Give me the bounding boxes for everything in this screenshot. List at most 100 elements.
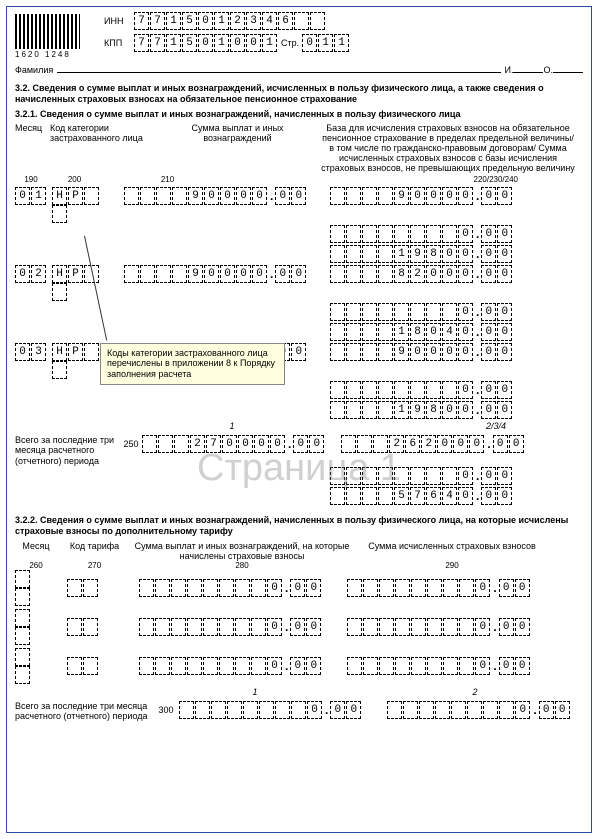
i-line[interactable] bbox=[513, 72, 543, 73]
form-cell[interactable]: 0 bbox=[458, 225, 473, 243]
form-cell[interactable] bbox=[139, 618, 154, 636]
form-cell[interactable] bbox=[362, 401, 377, 419]
form-cell[interactable]: 9 bbox=[394, 343, 409, 361]
form-cell[interactable] bbox=[362, 343, 377, 361]
form-cell[interactable]: 0 bbox=[275, 187, 290, 205]
form-cell[interactable]: 0 bbox=[306, 579, 321, 597]
form-cell[interactable]: 0 bbox=[236, 265, 251, 283]
form-cell[interactable] bbox=[379, 657, 394, 675]
form-cell[interactable] bbox=[363, 657, 378, 675]
form-cell[interactable] bbox=[155, 657, 170, 675]
form-cell[interactable]: 2 bbox=[190, 435, 205, 453]
form-cell[interactable] bbox=[395, 579, 410, 597]
form-cell[interactable] bbox=[459, 579, 474, 597]
form-cell[interactable] bbox=[124, 265, 139, 283]
form-cell[interactable] bbox=[443, 657, 458, 675]
form-cell[interactable]: 0 bbox=[458, 265, 473, 283]
form-cell[interactable]: 1 bbox=[166, 34, 181, 52]
form-cell[interactable]: 6 bbox=[278, 12, 293, 30]
form-cell[interactable] bbox=[140, 187, 155, 205]
form-cell[interactable] bbox=[378, 225, 393, 243]
form-cell[interactable]: 0 bbox=[426, 323, 441, 341]
form-cell[interactable]: 8 bbox=[426, 245, 441, 263]
form-cell[interactable]: 0 bbox=[291, 265, 306, 283]
form-cell[interactable]: 0 bbox=[458, 303, 473, 321]
form-cell[interactable] bbox=[124, 187, 139, 205]
form-cell[interactable] bbox=[442, 381, 457, 399]
form-cell[interactable]: 0 bbox=[442, 401, 457, 419]
form-cell[interactable] bbox=[379, 618, 394, 636]
form-cell[interactable]: Н bbox=[52, 343, 67, 361]
form-cell[interactable] bbox=[275, 701, 290, 719]
form-cell[interactable] bbox=[155, 579, 170, 597]
form-cell[interactable] bbox=[378, 381, 393, 399]
form-cell[interactable]: Н bbox=[52, 187, 67, 205]
form-cell[interactable] bbox=[203, 579, 218, 597]
form-cell[interactable]: 2 bbox=[230, 12, 245, 30]
form-cell[interactable]: 3 bbox=[31, 343, 46, 361]
form-cell[interactable]: 0 bbox=[426, 343, 441, 361]
form-cell[interactable]: 0 bbox=[204, 265, 219, 283]
form-cell[interactable] bbox=[427, 657, 442, 675]
form-cell[interactable] bbox=[357, 435, 372, 453]
form-cell[interactable] bbox=[435, 701, 450, 719]
form-cell[interactable] bbox=[410, 467, 425, 485]
form-cell[interactable]: 0 bbox=[267, 579, 282, 597]
form-cell[interactable]: 0 bbox=[198, 12, 213, 30]
form-cell[interactable]: 0 bbox=[15, 187, 30, 205]
form-cell[interactable]: 0 bbox=[291, 343, 306, 361]
form-cell[interactable] bbox=[330, 245, 345, 263]
form-cell[interactable] bbox=[378, 303, 393, 321]
form-cell[interactable] bbox=[155, 618, 170, 636]
form-cell[interactable]: 0 bbox=[15, 265, 30, 283]
form-cell[interactable]: 0 bbox=[481, 323, 496, 341]
form-cell[interactable] bbox=[84, 187, 99, 205]
form-cell[interactable] bbox=[174, 435, 189, 453]
form-cell[interactable]: 0 bbox=[442, 187, 457, 205]
form-cell[interactable] bbox=[443, 579, 458, 597]
form-cell[interactable]: 0 bbox=[481, 245, 496, 263]
form-cell[interactable] bbox=[394, 303, 409, 321]
form-cell[interactable]: 0 bbox=[267, 618, 282, 636]
form-cell[interactable] bbox=[251, 657, 266, 675]
form-cell[interactable] bbox=[156, 265, 171, 283]
form-cell[interactable]: 0 bbox=[481, 187, 496, 205]
form-cell[interactable]: 0 bbox=[307, 701, 322, 719]
form-cell[interactable] bbox=[451, 701, 466, 719]
form-cell[interactable] bbox=[387, 701, 402, 719]
form-cell[interactable] bbox=[172, 187, 187, 205]
form-cell[interactable] bbox=[330, 467, 345, 485]
form-cell[interactable]: 2 bbox=[410, 265, 425, 283]
form-cell[interactable]: 0 bbox=[497, 343, 512, 361]
form-cell[interactable] bbox=[203, 618, 218, 636]
form-cell[interactable] bbox=[330, 401, 345, 419]
form-cell[interactable]: 0 bbox=[458, 343, 473, 361]
form-cell[interactable]: 0 bbox=[458, 245, 473, 263]
form-cell[interactable] bbox=[219, 618, 234, 636]
form-cell[interactable]: 0 bbox=[267, 657, 282, 675]
form-cell[interactable] bbox=[347, 618, 362, 636]
form-cell[interactable] bbox=[84, 343, 99, 361]
form-cell[interactable]: 0 bbox=[246, 34, 261, 52]
form-cell[interactable] bbox=[427, 618, 442, 636]
form-cell[interactable]: 5 bbox=[394, 487, 409, 505]
form-cell[interactable] bbox=[394, 225, 409, 243]
form-cell[interactable]: 7 bbox=[134, 34, 149, 52]
form-cell[interactable]: 0 bbox=[426, 187, 441, 205]
form-cell[interactable]: 0 bbox=[302, 34, 317, 52]
form-cell[interactable] bbox=[243, 701, 258, 719]
form-cell[interactable]: 0 bbox=[252, 187, 267, 205]
form-cell[interactable] bbox=[251, 579, 266, 597]
form-cell[interactable]: 0 bbox=[410, 187, 425, 205]
form-cell[interactable]: 5 bbox=[182, 12, 197, 30]
form-cell[interactable] bbox=[341, 435, 356, 453]
form-cell[interactable]: 0 bbox=[499, 657, 514, 675]
form-cell[interactable]: 0 bbox=[290, 657, 305, 675]
form-cell[interactable]: 1 bbox=[214, 12, 229, 30]
form-cell[interactable]: 9 bbox=[410, 401, 425, 419]
form-cell[interactable]: 0 bbox=[306, 618, 321, 636]
form-cell[interactable] bbox=[362, 381, 377, 399]
form-cell[interactable]: 7 bbox=[150, 12, 165, 30]
form-cell[interactable] bbox=[219, 657, 234, 675]
form-cell[interactable]: 0 bbox=[497, 265, 512, 283]
